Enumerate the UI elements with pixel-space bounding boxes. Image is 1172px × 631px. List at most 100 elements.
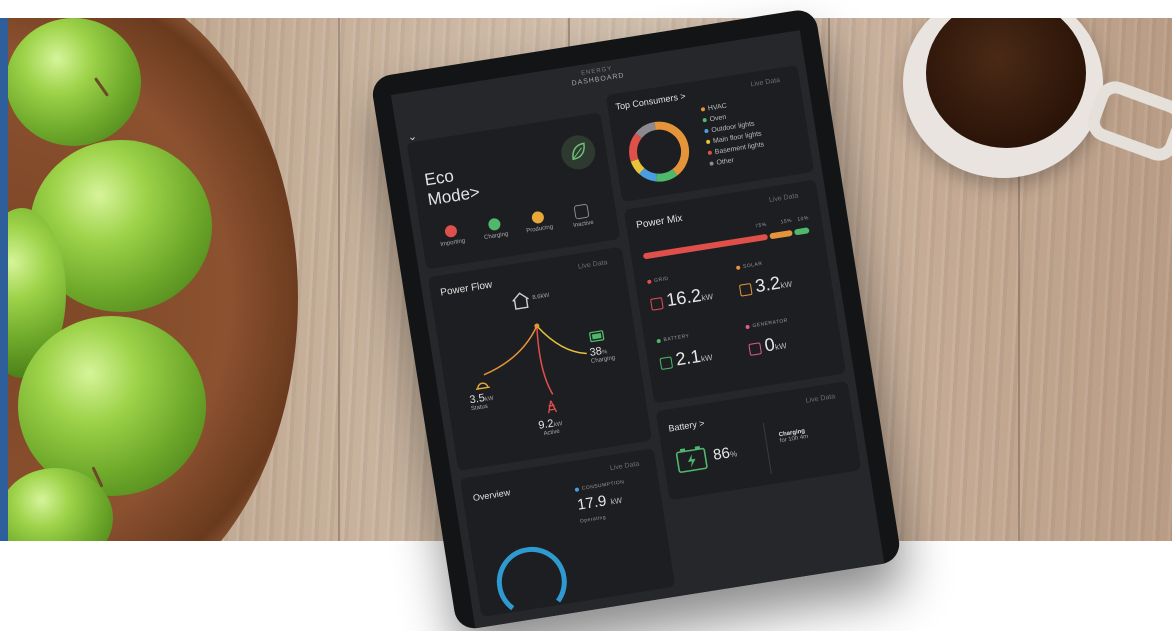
source-value-unit: kW <box>700 292 714 303</box>
source-label-text: GRID <box>653 275 670 284</box>
eco-state-label: Inactive <box>572 219 595 229</box>
source-value: 2.1kW <box>674 344 713 370</box>
leaf-icon <box>561 135 596 170</box>
tablet-device: ENERGY DASHBOARD ⌄ Eco Mode> Importing C… <box>370 7 903 631</box>
battery-icon <box>589 330 605 343</box>
consumption-value: 17.9 <box>576 492 608 514</box>
source-label: GRID <box>646 275 670 285</box>
eco-state-importing: Importing <box>428 222 475 250</box>
mix-segment-label: 10% <box>796 215 810 223</box>
source-value: 16.2kW <box>665 283 714 311</box>
source-dot <box>646 279 652 284</box>
energy-dashboard-screen: ENERGY DASHBOARD ⌄ Eco Mode> Importing C… <box>390 30 885 629</box>
overview-live-label: Live Data <box>609 460 640 473</box>
mix-segment <box>768 229 793 240</box>
battery-divider <box>762 422 772 475</box>
green-apple <box>8 18 141 146</box>
overview-card[interactable]: Overview Live Data CONSUMPTION 17.9 kW O… <box>459 448 676 622</box>
grid-tower-icon <box>547 400 558 414</box>
charging-icon <box>487 217 502 232</box>
top-consumers-card[interactable]: Top Consumers > Live Data HVAC Oven Outdoo… <box>605 65 815 203</box>
source-value-unit: kW <box>700 352 714 364</box>
power-source-tile: SOLAR 3.2kW <box>731 246 825 315</box>
consumers-donut-chart <box>629 121 690 182</box>
home-icon <box>512 292 529 310</box>
power-mix-tiles: GRID 16.2kW SOLAR 3.2kW BATTERY 2.1kW GENERATO… <box>642 246 839 397</box>
source-label-text: GENERATOR <box>752 317 789 330</box>
legend-dot <box>705 139 711 145</box>
legend-dot <box>704 128 709 134</box>
grid-status: Active <box>543 428 561 438</box>
source-value-number: 3.2 <box>753 272 782 297</box>
source-value-unit: kW <box>779 279 793 291</box>
battery-value: 86 <box>711 444 732 464</box>
mix-segment <box>642 233 768 260</box>
source-value: 0kW <box>763 332 788 356</box>
power-mix-live-label: Live Data <box>768 192 799 205</box>
power-mix-title: Power Mix <box>635 212 684 232</box>
eco-state-label: Charging <box>483 231 509 242</box>
left-edge-strip <box>0 18 8 541</box>
source-icon <box>738 282 753 297</box>
power-flow-live-label: Live Data <box>577 259 608 271</box>
power-source-tile: GRID 16.2kW <box>642 260 736 329</box>
legend-dot <box>702 118 708 123</box>
importing-icon <box>444 224 458 239</box>
power-source-tile: BATTERY 2.1kW <box>651 320 745 389</box>
battery-readout: 38% Charging <box>589 343 616 365</box>
legend-item: Oven <box>702 114 727 125</box>
battery-charging-icon <box>675 445 708 473</box>
legend-dot <box>709 161 714 167</box>
top-white-bar <box>0 0 1172 18</box>
battery-card[interactable]: Battery > Live Data 86% Charging for 10h… <box>655 381 862 501</box>
wood-plank-seam <box>338 18 340 541</box>
source-label-text: BATTERY <box>663 333 690 344</box>
consumers-live-label: Live Data <box>750 76 781 89</box>
eco-state-producing: Producing <box>515 208 562 236</box>
source-dot <box>745 324 750 329</box>
legend-dot <box>707 150 713 156</box>
source-label: GENERATOR <box>745 318 788 331</box>
source-value-number: 2.1 <box>674 345 703 370</box>
source-label: BATTERY <box>656 333 690 344</box>
solar-unit: kW <box>484 395 495 403</box>
source-icon <box>650 297 664 311</box>
eco-state-label: Producing <box>525 224 554 235</box>
battery-live-label: Live Data <box>805 393 836 405</box>
source-value-unit: kW <box>774 341 788 352</box>
legend-item: Other <box>709 157 734 168</box>
eco-state-inactive: Inactive <box>559 201 606 231</box>
legend-dot <box>700 107 706 112</box>
producing-icon <box>531 210 545 225</box>
battery-unit: % <box>729 449 738 460</box>
source-value: 3.2kW <box>754 271 793 297</box>
power-mix-card[interactable]: Power Mix Live Data 75% 15% 10% GRID 16.2kW… <box>623 179 847 404</box>
battery-status-block: Charging for 10h 4m <box>778 428 808 444</box>
source-icon <box>659 356 674 371</box>
source-dot <box>656 338 661 344</box>
consumption-readout: 17.9 kW <box>576 490 623 514</box>
source-label-text: SOLAR <box>742 260 763 270</box>
home-value: 8.6kW <box>531 292 550 302</box>
battery-title[interactable]: Battery > <box>668 418 705 434</box>
source-dot <box>735 265 741 270</box>
battery-level: 86% <box>711 443 738 464</box>
consumers-title[interactable]: Top Consumers > <box>615 91 686 112</box>
mix-segment <box>793 227 810 236</box>
legend-label: Other <box>716 157 735 167</box>
grid-unit: kW <box>553 421 563 429</box>
solar-status: Status <box>470 403 489 413</box>
power-flow-card[interactable]: Power Flow Live Data 8.6kW 3.5kW Status <box>427 246 653 471</box>
grid-readout: 9.2kW Active <box>538 416 564 438</box>
consumers-legend: HVAC Oven Outdoor lights Main floor lights B… <box>700 91 812 186</box>
legend-label: HVAC <box>707 102 728 113</box>
consumption-unit: kW <box>609 495 623 507</box>
source-label: SOLAR <box>735 260 763 271</box>
legend-item: HVAC <box>700 102 728 114</box>
eco-mode-card[interactable]: Eco Mode> Importing Charging Producing I… <box>406 112 621 270</box>
source-icon <box>748 342 763 356</box>
overview-title: Overview <box>472 487 511 504</box>
eco-state-label: Importing <box>440 238 466 248</box>
power-flow-title: Power Flow <box>439 279 493 299</box>
mix-segment-label: 75% <box>755 221 768 230</box>
